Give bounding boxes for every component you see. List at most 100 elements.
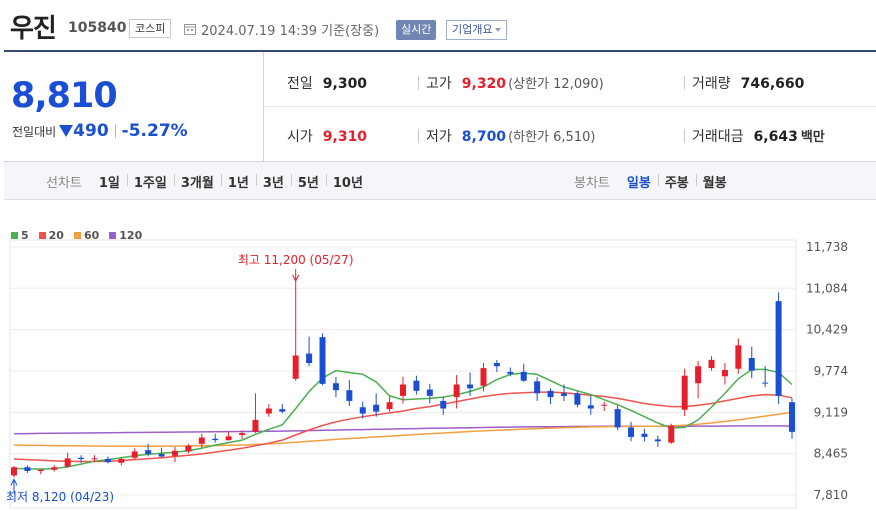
- line-period-button-1[interactable]: 1주일: [126, 172, 174, 191]
- line-period-button-5[interactable]: 5년: [290, 172, 326, 191]
- line-chart-label: 선차트: [46, 175, 82, 191]
- candle-body: [520, 371, 527, 381]
- candle-body: [131, 451, 138, 458]
- candle-body: [601, 404, 608, 406]
- company-overview-label: 기업개요: [452, 23, 493, 36]
- candle-period-button-0[interactable]: 일봉: [620, 172, 658, 191]
- min-price-label: 최저 8,120 (04/23): [6, 490, 114, 504]
- prev-close-label: 전일: [287, 76, 313, 92]
- lower-limit: (하한가 6,510): [508, 130, 596, 145]
- high-value: 9,320: [461, 76, 507, 92]
- candle-body: [185, 445, 192, 452]
- low-label: 저가: [426, 129, 452, 145]
- candle-body: [762, 382, 769, 384]
- volume-label: 거래량: [692, 76, 731, 92]
- line-period-button-3[interactable]: 1년: [220, 172, 256, 191]
- candle-body: [104, 459, 111, 463]
- candle-body: [306, 353, 313, 364]
- divider: [418, 76, 419, 90]
- change-percent: -5.27%: [121, 121, 188, 141]
- candle-body: [118, 459, 125, 463]
- prev-close-cell: 전일 9,300: [287, 73, 367, 93]
- candle-body: [789, 402, 795, 432]
- candle-body: [547, 390, 554, 398]
- open-cell: 시가 9,310: [287, 126, 367, 146]
- period-bar: 선차트 1일 1주일 3개월 1년 3년 5년 10년 봉차트 일봉 주봉 월봉: [4, 162, 876, 200]
- price-block: 8,810 전일대비 490 -5.27%: [4, 52, 264, 161]
- divider: [114, 124, 116, 138]
- candle-body: [507, 371, 514, 374]
- candle-body: [534, 381, 541, 394]
- y-tick-label: 8,465: [814, 447, 848, 461]
- candle-body: [668, 425, 675, 443]
- amount-cell: 거래대금 6,643 백만: [692, 126, 825, 146]
- change-label: 전일대비: [12, 125, 57, 139]
- open-label: 시가: [287, 129, 313, 145]
- candle-body: [641, 433, 648, 437]
- candle-body: [748, 357, 755, 371]
- divider: [684, 76, 685, 90]
- divider: [684, 129, 685, 143]
- stock-code: 105840: [68, 20, 127, 36]
- candle-body: [359, 407, 366, 414]
- amount-value: 6,643: [753, 129, 798, 145]
- line-period-button-2[interactable]: 3개월: [173, 172, 221, 191]
- candle-body: [775, 301, 782, 396]
- quote-datetime: 2024.07.19 14:39 기준(장중): [201, 24, 380, 39]
- candle-body: [64, 458, 71, 467]
- candle-body: [413, 380, 420, 391]
- candle-period-button-2[interactable]: 월봉: [695, 172, 734, 191]
- upper-limit: (상한가 12,090): [508, 77, 604, 92]
- high-cell: 고가 9,320 (상한가 12,090): [426, 73, 604, 93]
- candle-body: [239, 433, 246, 436]
- candle-body: [467, 384, 474, 389]
- candle-body: [292, 355, 299, 379]
- candle-body: [198, 437, 205, 444]
- down-triangle-icon: [59, 125, 74, 137]
- moving-average-ma120: [13, 425, 793, 435]
- change-value: 490: [73, 121, 109, 141]
- candle-body: [171, 450, 178, 456]
- candle-body: [493, 363, 500, 367]
- y-tick-label: 9,119: [814, 405, 848, 419]
- prev-close-value: 9,300: [322, 76, 368, 92]
- y-tick-label: 11,738: [806, 240, 848, 254]
- candle-body: [252, 419, 259, 432]
- low-value: 8,700: [461, 129, 507, 145]
- line-period-button-0[interactable]: 1일: [92, 172, 127, 191]
- candle-body: [480, 368, 487, 386]
- company-overview-dropdown[interactable]: 기업개요: [446, 20, 508, 40]
- candle-body: [225, 436, 232, 441]
- candle-body: [265, 408, 272, 414]
- candle-body: [628, 427, 635, 437]
- stock-name: 우진: [10, 14, 57, 44]
- high-label: 고가: [426, 76, 452, 92]
- candle-body: [37, 469, 44, 472]
- candle-period-button-1[interactable]: 주봉: [657, 172, 696, 191]
- y-tick-label: 9,774: [814, 364, 848, 378]
- current-price: 8,810: [11, 76, 118, 116]
- candle-body: [614, 409, 621, 428]
- row-divider: [265, 106, 876, 107]
- candle-body: [681, 375, 688, 410]
- realtime-button[interactable]: 실시간: [396, 20, 437, 40]
- candle-body: [708, 359, 715, 369]
- volume-cell: 거래량 746,660: [692, 73, 804, 93]
- candle-body: [560, 393, 567, 396]
- candle-body: [91, 458, 98, 460]
- line-period-button-4[interactable]: 3년: [255, 172, 291, 191]
- candle-body: [373, 404, 380, 412]
- low-cell: 저가 8,700 (하한가 6,510): [426, 126, 595, 146]
- candle-body: [319, 337, 326, 384]
- candle-body: [587, 405, 594, 409]
- candle-body: [440, 400, 447, 409]
- candle-chart-label: 봉차트: [574, 175, 610, 191]
- divider: [418, 129, 419, 143]
- market-badge: 코스피: [129, 19, 172, 38]
- candle-body: [51, 467, 58, 470]
- candle-body: [654, 439, 661, 442]
- line-period-button-6[interactable]: 10년: [325, 172, 370, 191]
- candle-body: [332, 383, 339, 391]
- quote-panel: 8,810 전일대비 490 -5.27% 전일 9,300 고가 9,320 (상한가 …: [4, 50, 876, 162]
- candle-chart-periods: 봉차트 일봉 주봉 월봉: [574, 162, 734, 200]
